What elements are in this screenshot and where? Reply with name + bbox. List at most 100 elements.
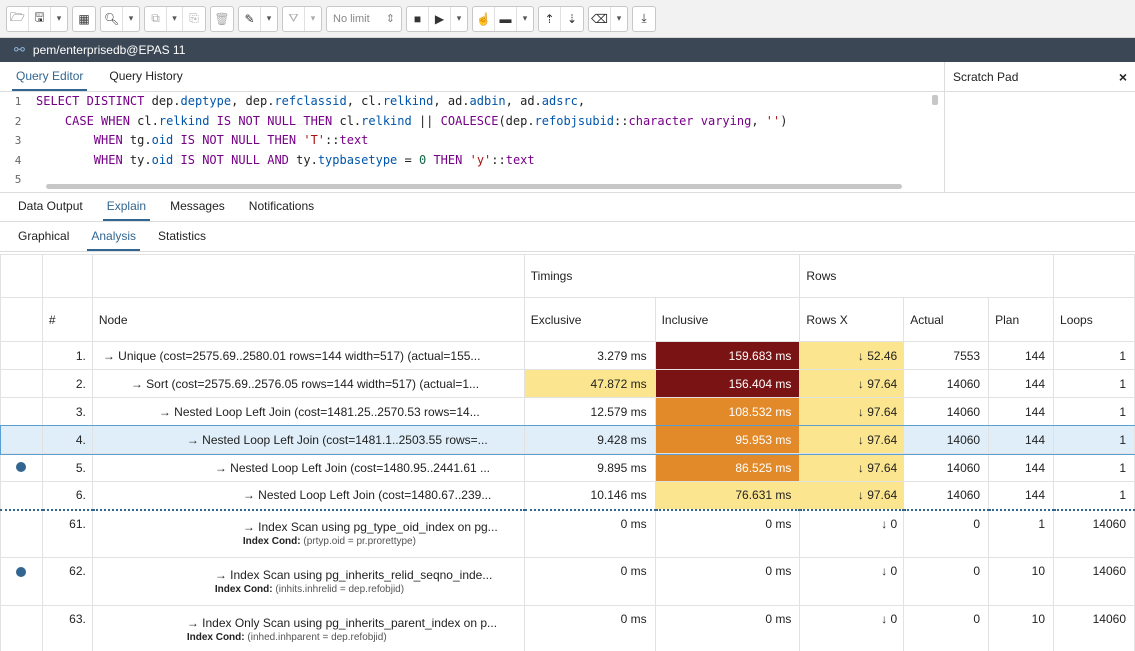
header-plan[interactable]: Plan — [988, 297, 1055, 342]
header-exclusive[interactable]: Exclusive — [523, 297, 656, 342]
row-inclusive: 108.532 ms — [654, 397, 801, 426]
delete-icon[interactable]: 🗑 — [211, 7, 233, 31]
tab-statistics[interactable]: Statistics — [154, 229, 210, 251]
row-node[interactable]: → Index Scan using pg_inherits_relid_seq… — [91, 557, 525, 606]
row-node[interactable]: → Unique (cost=2575.69..2580.01 rows=144… — [91, 341, 525, 370]
clear-dropdown-icon[interactable]: ▾ — [611, 7, 627, 31]
index-cond-label: Index Cond: — [186, 632, 245, 643]
row-actual: 14060 — [903, 425, 990, 454]
editor-vertical-scrollbar[interactable] — [932, 95, 938, 105]
tab-explain[interactable]: Explain — [102, 199, 151, 221]
edit-icon[interactable]: ✎ — [239, 6, 261, 31]
table-row[interactable]: 61. → Index Scan using pg_type_oid_index… — [0, 508, 1135, 558]
node-text: → Unique (cost=2575.69..2580.01 rows=144… — [102, 348, 481, 363]
tab-data-output[interactable]: Data Output — [14, 199, 87, 221]
limit-group: No limit ⇕ — [326, 5, 402, 32]
commit-icon[interactable]: ⇡ — [539, 6, 561, 31]
header-node[interactable]: Node — [91, 297, 525, 342]
rollback-icon[interactable]: ⇣ — [561, 7, 583, 31]
close-icon[interactable]: × — [1119, 69, 1127, 85]
index-cond-value: (inhits.inhrelid = dep.refobjid) — [275, 584, 405, 595]
row-node[interactable]: → Nested Loop Left Join (cost=1480.95..2… — [91, 453, 525, 482]
tab-messages[interactable]: Messages — [166, 199, 229, 221]
file-group: 🗁 🖫 ▾ — [6, 5, 68, 32]
header-inclusive[interactable]: Inclusive — [654, 297, 801, 342]
table-row[interactable]: 62. → Index Scan using pg_inherits_relid… — [0, 557, 1135, 606]
clear-icon[interactable]: ⌫ — [589, 6, 611, 31]
save-data-icon[interactable]: ▦ — [73, 7, 95, 31]
tab-graphical[interactable]: Graphical — [14, 229, 73, 251]
download-icon[interactable]: ⤓ — [633, 7, 655, 31]
execute-dropdown-icon[interactable]: ▾ — [451, 7, 467, 31]
view-group: ▦ — [72, 5, 96, 32]
table-row[interactable]: 2. → Sort (cost=2575.69..2576.05 rows=14… — [0, 369, 1135, 398]
table-row[interactable]: 63. → Index Only Scan using pg_inherits_… — [0, 605, 1135, 651]
edit-dropdown-icon[interactable]: ▾ — [261, 7, 277, 31]
stop-icon[interactable]: ■ — [407, 6, 429, 31]
tab-notifications[interactable]: Notifications — [245, 199, 318, 221]
row-node[interactable]: → Index Scan using pg_type_oid_index on … — [91, 508, 525, 558]
row-limit-select[interactable]: No limit ⇕ — [327, 7, 401, 31]
sql-editor[interactable]: 1 SELECT DISTINCT dep.deptype, dep.refcl… — [0, 92, 944, 192]
row-actual: 0 — [903, 508, 990, 558]
clipboard-group: ⧉ ▾ ⎘ — [144, 5, 206, 32]
explain-analyze-icon[interactable]: ▬ — [495, 6, 517, 31]
code-line: 3 WHEN tg.oid IS NOT NULL THEN 'T'::text — [0, 131, 944, 151]
open-file-icon[interactable]: 🗁 — [7, 6, 29, 31]
save-dropdown-icon[interactable]: ▾ — [51, 7, 67, 31]
row-loops: 14060 — [1053, 508, 1135, 558]
row-marker — [0, 397, 43, 426]
connection-bar[interactable]: ⚯ pem/enterprisedb@EPAS 11 — [0, 38, 1135, 62]
filter-icon[interactable]: ⛛ — [283, 6, 305, 31]
row-node[interactable]: → Nested Loop Left Join (cost=1480.67..2… — [91, 481, 525, 510]
index-cond: Index Cond: (inhed.inhparent = dep.refob… — [187, 632, 518, 643]
tab-analysis[interactable]: Analysis — [87, 229, 141, 251]
explain-icon[interactable]: ☝ — [473, 6, 495, 31]
copy-dropdown-icon[interactable]: ▾ — [167, 6, 183, 31]
row-loops: 1 — [1053, 341, 1135, 370]
row-index: 1. — [41, 341, 93, 370]
connection-icon: ⚯ — [14, 42, 25, 57]
row-inclusive: 0 ms — [654, 508, 801, 558]
header-actual[interactable]: Actual — [903, 297, 990, 342]
row-plan: 144 — [988, 425, 1055, 454]
table-row[interactable]: 5. → Nested Loop Left Join (cost=1480.95… — [0, 453, 1135, 482]
copy-icon[interactable]: ⧉ — [145, 6, 167, 31]
header-index[interactable]: # — [41, 297, 93, 342]
explain-dropdown-icon[interactable]: ▾ — [517, 7, 533, 31]
tab-query-editor[interactable]: Query Editor — [12, 69, 88, 91]
table-row[interactable]: 3. → Nested Loop Left Join (cost=1481.25… — [0, 397, 1135, 426]
row-plan: 144 — [988, 397, 1055, 426]
row-rows-x: ↓ 97.64 — [799, 369, 905, 398]
row-index: 2. — [41, 369, 93, 398]
table-row-selected[interactable]: 4. → Nested Loop Left Join (cost=1481.1.… — [0, 424, 1135, 455]
header-loops[interactable]: Loops — [1053, 297, 1135, 342]
paste-icon[interactable]: ⎘ — [183, 7, 205, 31]
row-marker — [0, 481, 43, 510]
index-cond: Index Cond: (inhits.inhrelid = dep.refob… — [215, 584, 518, 595]
row-node[interactable]: → Sort (cost=2575.69..2576.05 rows=144 w… — [91, 369, 525, 398]
index-cond-label: Index Cond: — [242, 536, 301, 548]
code-text: CASE WHEN cl.relkind IS NOT NULL THEN cl… — [64, 113, 788, 128]
find-dropdown-icon[interactable]: ▾ — [123, 7, 139, 31]
chevron-updown-icon: ⇕ — [385, 13, 395, 25]
row-node[interactable]: → Nested Loop Left Join (cost=1481.25..2… — [91, 397, 525, 426]
row-node[interactable]: → Index Only Scan using pg_inherits_pare… — [91, 605, 525, 651]
execute-icon[interactable]: ▶ — [429, 6, 451, 31]
editor-horizontal-scrollbar[interactable] — [46, 184, 902, 189]
row-exclusive: 12.579 ms — [523, 397, 656, 426]
find-icon[interactable]: 🔍︎ — [101, 6, 123, 31]
row-inclusive: 0 ms — [654, 557, 801, 606]
table-row[interactable]: 1. → Unique (cost=2575.69..2580.01 rows=… — [0, 341, 1135, 370]
scratch-pad-textarea[interactable] — [944, 92, 1135, 192]
row-node[interactable]: → Nested Loop Left Join (cost=1481.1..25… — [91, 425, 525, 454]
row-plan: 144 — [988, 341, 1055, 370]
filter-dropdown-icon[interactable]: ▾ — [305, 7, 321, 31]
header-rows-x[interactable]: Rows X — [799, 297, 905, 342]
tab-query-history[interactable]: Query History — [105, 69, 186, 91]
row-loops: 1 — [1053, 397, 1135, 426]
code-text: WHEN tg.oid IS NOT NULL THEN 'T'::text — [93, 133, 369, 147]
table-row[interactable]: 6. → Nested Loop Left Join (cost=1480.67… — [0, 481, 1135, 510]
row-actual: 0 — [903, 557, 990, 606]
save-icon[interactable]: 🖫 — [29, 6, 51, 31]
